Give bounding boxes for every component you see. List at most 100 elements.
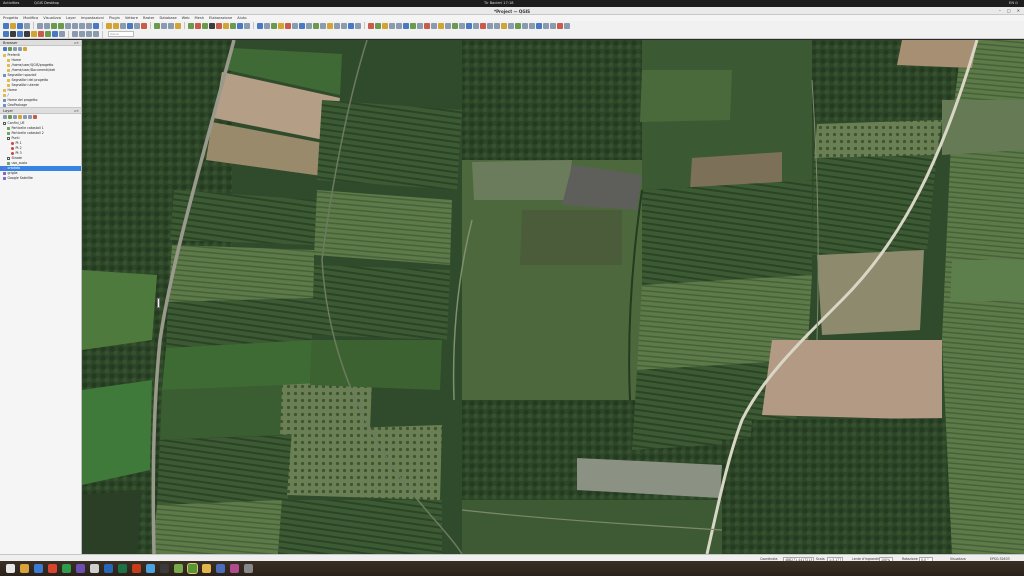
plugin-icon[interactable] [216,22,222,29]
app-icon[interactable] [230,564,239,573]
file-explorer-icon[interactable] [20,564,29,573]
digitize-icon[interactable] [494,22,500,29]
maps-icon[interactable] [174,564,183,573]
save-project-icon[interactable] [17,22,23,29]
menu-web[interactable]: Web [182,16,190,20]
digitize-icon[interactable] [529,22,535,29]
minimize-button[interactable]: – [999,8,1001,13]
zoom-layer-icon[interactable] [72,22,78,29]
select-features-icon[interactable] [113,22,119,29]
web-icon[interactable] [264,22,270,29]
web-icon[interactable] [320,22,326,29]
digitize-icon[interactable] [438,22,444,29]
pan-to-selection-icon[interactable] [44,22,50,29]
browser-icon[interactable] [146,564,155,573]
properties-icon[interactable] [23,47,27,51]
web-icon[interactable] [341,22,347,29]
menu-settings[interactable]: Impostazioni [81,16,104,20]
add-wms-icon[interactable] [24,31,30,37]
browser-panel-controls[interactable]: ▫✕ [74,40,79,46]
add-postgis-icon[interactable] [38,31,44,37]
digitize-icon[interactable] [375,22,381,29]
mail-icon[interactable] [34,564,43,573]
digitize-icon[interactable] [389,22,395,29]
digitize-icon[interactable] [501,22,507,29]
digitize-icon[interactable] [445,22,451,29]
digitize-icon[interactable] [508,22,514,29]
digitize-icon[interactable] [410,22,416,29]
menu-edit[interactable]: Modifica [23,16,38,20]
map-tips-icon[interactable] [154,22,160,29]
pan-icon[interactable] [37,22,43,29]
digitize-icon[interactable] [564,22,570,29]
chk-icon[interactable] [7,157,10,160]
save-as-icon[interactable] [24,22,30,29]
digitize-icon[interactable] [424,22,430,29]
expand-all-icon[interactable] [23,115,27,119]
zoom-last-icon[interactable] [79,22,85,29]
refresh-icon[interactable] [3,47,7,51]
layer-tree-item[interactable]: Google Satellite [0,176,81,181]
web-icon[interactable] [285,22,291,29]
menu-processing[interactable]: Elaborazione [209,16,232,20]
web-icon[interactable] [306,22,312,29]
menu-project[interactable]: Progetto [3,16,18,20]
chk-icon[interactable] [3,122,6,125]
add-vector-icon[interactable] [10,31,16,37]
menu-view[interactable]: Visualizza [43,16,61,20]
plugin-icon[interactable] [202,22,208,29]
digitize-icon[interactable] [417,22,423,29]
plugin-icon[interactable] [244,22,250,29]
map-canvas[interactable] [82,40,1024,554]
filter-icon[interactable] [13,47,17,51]
vertex-tool-icon[interactable] [93,31,99,37]
identify-icon[interactable] [106,22,112,29]
powerpoint-icon[interactable] [132,564,141,573]
add-delimited-text-icon[interactable] [45,31,51,37]
map-pan-handle[interactable] [157,298,160,308]
text-annotation-icon[interactable] [175,22,181,29]
digitize-icon[interactable] [515,22,521,29]
add-layer-icon[interactable] [3,31,9,37]
web-icon[interactable] [327,22,333,29]
web-icon[interactable] [355,22,361,29]
zoom-out-icon[interactable] [58,22,64,29]
add-spatialite-icon[interactable] [31,31,37,37]
web-icon[interactable] [348,22,354,29]
settings-icon[interactable] [90,564,99,573]
web-icon[interactable] [313,22,319,29]
app-icon[interactable] [216,564,225,573]
layers-panel-controls[interactable]: ▫✕ [74,108,79,114]
new-bookmark-icon[interactable] [161,22,167,29]
digitize-icon[interactable] [368,22,374,29]
maximize-button[interactable]: □ [1007,8,1011,13]
attribute-table-icon[interactable] [127,22,133,29]
digitize-icon[interactable] [473,22,479,29]
zoom-in-icon[interactable] [51,22,57,29]
system-tray[interactable]: EN ⏻ [1009,1,1018,5]
digitize-icon[interactable] [543,22,549,29]
measure-icon[interactable] [141,22,147,29]
zoom-next-icon[interactable] [86,22,92,29]
plugin-icon[interactable] [223,22,229,29]
digitize-icon[interactable] [396,22,402,29]
refresh-icon[interactable] [93,22,99,29]
web-icon[interactable] [299,22,305,29]
digitize-icon[interactable] [536,22,542,29]
remove-layer-icon[interactable] [33,115,37,119]
add-group-icon[interactable] [8,115,12,119]
processing-toolbox-icon[interactable] [188,22,194,29]
office-icon[interactable] [48,564,57,573]
toolbar-search-input[interactable]: Cerca [108,31,134,37]
app-icon[interactable] [244,564,253,573]
show-bookmarks-icon[interactable] [168,22,174,29]
digitize-icon[interactable] [522,22,528,29]
qgis-icon[interactable] [187,563,198,574]
crs-button[interactable]: EPSG:32633 [990,557,1010,561]
render-checkbox[interactable]: Visualizza [950,557,966,561]
web-icon[interactable] [257,22,263,29]
deselect-icon[interactable] [120,22,126,29]
add-layer-icon[interactable] [8,47,12,51]
manage-map-themes-icon[interactable] [13,115,17,119]
windows-start-icon[interactable] [6,564,15,573]
